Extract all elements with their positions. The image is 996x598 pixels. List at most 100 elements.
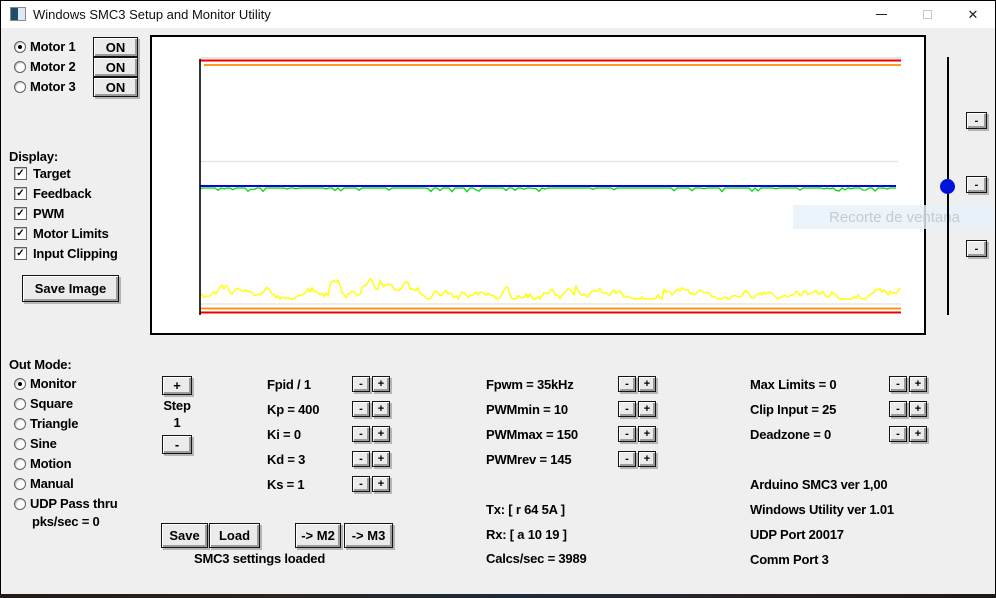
motor-2-label: Motor 2	[30, 59, 76, 74]
radio-sine-label: Sine	[30, 436, 57, 451]
radio-square[interactable]	[14, 398, 26, 410]
checkbox-motor-limits[interactable]: ✓	[14, 227, 27, 240]
kd-minus-button[interactable]: -	[352, 451, 370, 467]
comm-port: Comm Port 3	[750, 552, 829, 567]
radio-manual[interactable]	[14, 478, 26, 490]
pwmmin-minus-button[interactable]: -	[618, 401, 636, 417]
pwmmax-plus-button[interactable]: +	[638, 426, 656, 442]
checkbox-feedback[interactable]: ✓	[14, 187, 27, 200]
settings-status: SMC3 settings loaded	[194, 551, 325, 566]
radio-motion[interactable]	[14, 458, 26, 470]
pwmrev-minus-button[interactable]: -	[618, 451, 636, 467]
maximize-icon	[923, 10, 932, 19]
max-limits-plus-button[interactable]: +	[909, 376, 927, 392]
ki-plus-button[interactable]: +	[372, 426, 390, 442]
deadzone-minus-button[interactable]: -	[889, 426, 907, 442]
motor-1-label: Motor 1	[30, 39, 76, 54]
ki-minus-button[interactable]: -	[352, 426, 370, 442]
motor-1-on-button[interactable]: ON	[93, 37, 138, 57]
checkmark-icon: ✓	[16, 168, 24, 179]
scope-chart	[150, 35, 926, 335]
copy-to-m2-button[interactable]: -> M2	[295, 523, 341, 548]
deadzone-label: Deadzone = 0	[750, 427, 831, 442]
udp-port: UDP Port 20017	[750, 527, 844, 542]
fpwm-minus-button[interactable]: -	[618, 376, 636, 392]
arduino-version: Arduino SMC3 ver 1,00	[750, 477, 887, 492]
step-label: Step	[158, 398, 196, 413]
checkmark-icon: ✓	[16, 228, 24, 239]
motor-3-label: Motor 3	[30, 79, 76, 94]
step-value: 1	[158, 415, 196, 430]
step-minus-button[interactable]: -	[162, 435, 192, 454]
clip-input-plus-button[interactable]: +	[909, 401, 927, 417]
checkbox-input-clipping[interactable]: ✓	[14, 247, 27, 260]
radio-triangle[interactable]	[14, 418, 26, 430]
kd-plus-button[interactable]: +	[372, 451, 390, 467]
radio-triangle-label: Triangle	[30, 416, 78, 431]
fpid-minus-button[interactable]: -	[352, 376, 370, 392]
checkbox-motor-limits-label: Motor Limits	[33, 226, 109, 241]
radio-motor-3[interactable]	[14, 81, 26, 93]
radio-square-label: Square	[30, 396, 73, 411]
radio-monitor[interactable]	[14, 378, 26, 390]
minimize-icon	[876, 14, 887, 15]
radio-udp-pass-thru[interactable]	[14, 498, 26, 510]
kp-minus-button[interactable]: -	[352, 401, 370, 417]
pks-per-sec-label: pks/sec = 0	[32, 514, 100, 529]
rx-status: Rx: [ a 10 19 ]	[486, 527, 567, 542]
scale-minus-button-1[interactable]: -	[966, 112, 987, 129]
slider-thumb[interactable]	[940, 179, 955, 194]
app-window: Windows SMC3 Setup and Monitor Utility ✕…	[0, 0, 996, 598]
scale-minus-button-2[interactable]: -	[966, 176, 987, 193]
kp-label: Kp = 400	[267, 402, 319, 417]
kd-label: Kd = 3	[267, 452, 305, 467]
checkbox-feedback-label: Feedback	[33, 186, 91, 201]
minimize-button[interactable]	[858, 1, 904, 28]
checkbox-pwm-label: PWM	[33, 206, 64, 221]
pwmmin-plus-button[interactable]: +	[638, 401, 656, 417]
load-button[interactable]: Load	[209, 523, 260, 548]
pwmmax-minus-button[interactable]: -	[618, 426, 636, 442]
radio-monitor-label: Monitor	[30, 376, 76, 391]
checkmark-icon: ✓	[16, 188, 24, 199]
radio-udp-label: UDP Pass thru	[30, 496, 117, 511]
ks-plus-button[interactable]: +	[372, 476, 390, 492]
max-limits-label: Max Limits = 0	[750, 377, 836, 392]
deadzone-plus-button[interactable]: +	[909, 426, 927, 442]
radio-sine[interactable]	[14, 438, 26, 450]
step-plus-button[interactable]: +	[162, 376, 192, 395]
max-limits-minus-button[interactable]: -	[889, 376, 907, 392]
fpwm-plus-button[interactable]: +	[638, 376, 656, 392]
close-button[interactable]: ✕	[950, 1, 996, 28]
checkbox-target-label: Target	[33, 166, 71, 181]
checkbox-target[interactable]: ✓	[14, 167, 27, 180]
save-button[interactable]: Save	[161, 523, 208, 548]
checkmark-icon: ✓	[16, 248, 24, 259]
scale-minus-button-3[interactable]: -	[966, 240, 987, 257]
window-title: Windows SMC3 Setup and Monitor Utility	[33, 7, 271, 22]
radio-manual-label: Manual	[30, 476, 74, 491]
copy-to-m3-button[interactable]: -> M3	[344, 523, 393, 548]
motor-2-on-button[interactable]: ON	[93, 57, 138, 77]
checkbox-input-clipping-label: Input Clipping	[33, 246, 118, 261]
scope-traces	[152, 37, 924, 333]
kp-plus-button[interactable]: +	[372, 401, 390, 417]
app-icon	[10, 7, 26, 21]
display-heading: Display:	[9, 149, 58, 164]
fpid-plus-button[interactable]: +	[372, 376, 390, 392]
pwmrev-label: PWMrev = 145	[486, 452, 571, 467]
save-image-button[interactable]: Save Image	[22, 275, 119, 302]
radio-motor-2[interactable]	[14, 61, 26, 73]
clip-input-minus-button[interactable]: -	[889, 401, 907, 417]
radio-motion-label: Motion	[30, 456, 71, 471]
checkbox-pwm[interactable]: ✓	[14, 207, 27, 220]
motor-3-on-button[interactable]: ON	[93, 77, 138, 97]
checkmark-icon: ✓	[16, 208, 24, 219]
titlebar: Windows SMC3 Setup and Monitor Utility ✕	[1, 1, 995, 28]
tx-status: Tx: [ r 64 5A ]	[486, 502, 565, 517]
maximize-button[interactable]	[904, 1, 950, 28]
pwmmax-label: PWMmax = 150	[486, 427, 578, 442]
radio-motor-1[interactable]	[14, 41, 26, 53]
pwmrev-plus-button[interactable]: +	[638, 451, 656, 467]
ks-minus-button[interactable]: -	[352, 476, 370, 492]
